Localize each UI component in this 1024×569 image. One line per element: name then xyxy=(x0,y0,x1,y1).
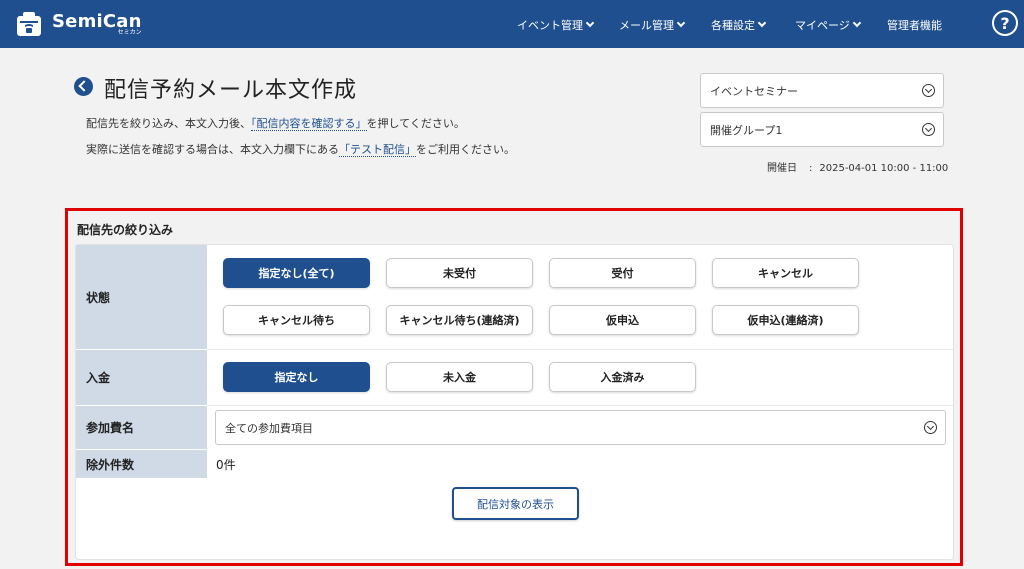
exclude-count-label: 除外件数 xyxy=(76,450,207,478)
test-send-hint: 「テスト配信」 xyxy=(339,143,416,157)
chevron-down-icon xyxy=(757,18,767,28)
nav-settings-label: 各種設定 xyxy=(711,19,755,32)
status-option-provisional[interactable]: 仮申込 xyxy=(549,305,696,335)
chevron-down-circle-icon xyxy=(924,421,937,434)
event-date: 開催日:2025-04-01 10:00 - 11:00 xyxy=(767,159,948,174)
group-select-value: 開催グループ1 xyxy=(710,123,783,137)
fee-select[interactable]: 全ての参加費項目 xyxy=(215,410,946,445)
exclude-count-value: 0件 xyxy=(216,458,236,472)
payment-option-any[interactable]: 指定なし xyxy=(223,362,370,392)
logo-icon xyxy=(17,12,41,36)
chevron-down-icon xyxy=(852,18,862,28)
nav-admin[interactable]: 管理者機能 xyxy=(887,17,942,33)
payment-option-paid[interactable]: 入金済み xyxy=(549,362,696,392)
status-option-waitlist[interactable]: キャンセル待ち xyxy=(223,305,370,335)
payment-label: 入金 xyxy=(76,350,207,405)
row-divider xyxy=(207,405,954,406)
description-line-2: 実際に送信を確認する場合は、本文入力欄下にある「テスト配信」をご利用ください。 xyxy=(86,141,515,157)
semican-logo[interactable]: SemiCan セミカン xyxy=(14,9,142,39)
status-option-cancel[interactable]: キャンセル xyxy=(712,258,859,288)
show-recipients-button[interactable]: 配信対象の表示 xyxy=(452,487,579,520)
filter-form: 状態 指定なし(全て) 未受付 受付 キャンセル キャンセル待ち キャンセル待ち… xyxy=(75,244,954,560)
page-title: 配信予約メール本文作成 xyxy=(104,78,358,103)
nav-mypage[interactable]: マイページ xyxy=(795,17,862,33)
nav-mypage-label: マイページ xyxy=(795,19,850,32)
logo-sub: セミカン xyxy=(117,28,142,36)
fee-select-value: 全ての参加費項目 xyxy=(225,421,313,435)
status-option-waitlist-contacted[interactable]: キャンセル待ち(連絡済) xyxy=(386,305,533,335)
chevron-down-icon xyxy=(585,18,595,28)
row-divider xyxy=(207,349,954,350)
confirm-content-hint: 「配信内容を確認する」 xyxy=(251,117,367,131)
event-date-label: 開催日 xyxy=(767,163,797,174)
description-text: 配信先を絞り込み、本文入力後、 xyxy=(86,117,251,130)
description-text: を押してください。 xyxy=(366,117,465,130)
description-line-1: 配信先を絞り込み、本文入力後、「配信内容を確認する」を押してください。 xyxy=(86,115,465,131)
help-icon[interactable]: ? xyxy=(992,10,1018,36)
status-option-unaccepted[interactable]: 未受付 xyxy=(386,258,533,288)
status-option-provisional-contacted[interactable]: 仮申込(連絡済) xyxy=(712,305,859,335)
nav-mail-management[interactable]: メール管理 xyxy=(619,17,686,33)
nav-admin-label: 管理者機能 xyxy=(887,19,942,32)
recipient-filter-panel: 配信先の絞り込み 状態 指定なし(全て) 未受付 受付 キャンセル キャンセル待… xyxy=(65,208,963,566)
event-date-separator: : xyxy=(809,163,813,174)
nav-event-management[interactable]: イベント管理 xyxy=(517,17,595,33)
filter-panel-title: 配信先の絞り込み xyxy=(77,223,174,237)
chevron-down-circle-icon xyxy=(922,84,935,97)
description-text: 実際に送信を確認する場合は、本文入力欄下にある xyxy=(86,143,339,156)
chevron-down-circle-icon xyxy=(922,123,935,136)
logo-name: SemiCan xyxy=(52,10,142,32)
description-text: をご利用ください。 xyxy=(416,143,515,156)
back-arrow-icon[interactable] xyxy=(74,77,93,96)
top-nav-bar: SemiCan セミカン イベント管理 メール管理 各種設定 マイページ 管理者… xyxy=(0,0,1024,48)
status-option-all[interactable]: 指定なし(全て) xyxy=(223,258,370,288)
payment-option-unpaid[interactable]: 未入金 xyxy=(386,362,533,392)
status-option-accepted[interactable]: 受付 xyxy=(549,258,696,288)
event-select[interactable]: イベントセミナー xyxy=(700,73,944,108)
group-select[interactable]: 開催グループ1 xyxy=(700,112,944,147)
event-date-value: 2025-04-01 10:00 - 11:00 xyxy=(819,163,949,174)
event-select-value: イベントセミナー xyxy=(710,84,798,98)
nav-event-management-label: イベント管理 xyxy=(517,19,583,32)
nav-mail-management-label: メール管理 xyxy=(619,19,674,32)
nav-settings[interactable]: 各種設定 xyxy=(711,17,767,33)
fee-label: 参加費名 xyxy=(76,406,207,449)
status-label: 状態 xyxy=(76,245,207,349)
chevron-down-icon xyxy=(676,18,686,28)
